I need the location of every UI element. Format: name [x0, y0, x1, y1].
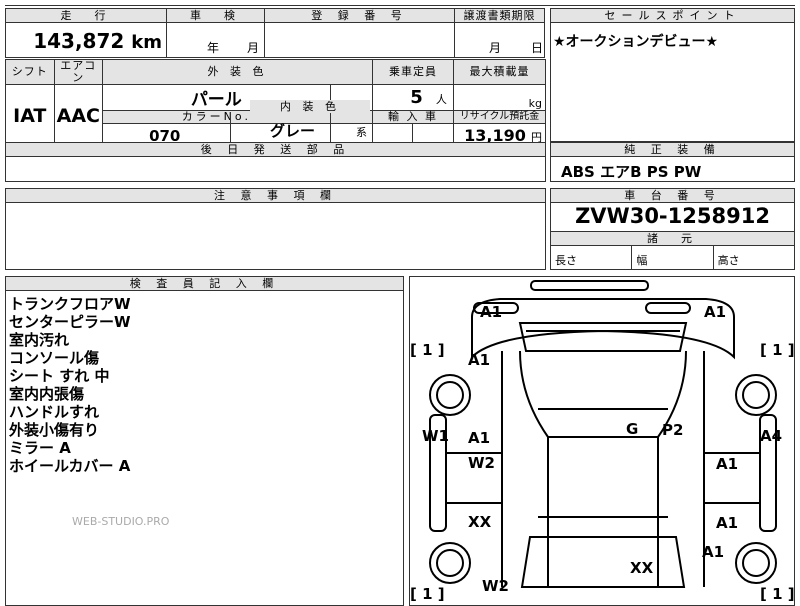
mark-bracket-4: [ 1 ]	[760, 585, 795, 603]
transfer-month: 月	[489, 41, 502, 55]
watermark: WEB-STUDIO.PRO	[72, 515, 170, 528]
length-label: 長さ	[551, 246, 633, 270]
dims-row: 長さ 幅 高さ	[551, 245, 794, 270]
interior-label: 内 装 色	[250, 100, 370, 113]
interior-divider	[230, 114, 231, 142]
car-diagram-box: A1 A1 A1 A1 A1 A1 A1 W1 A4 G P2 W2 XX XX…	[409, 276, 795, 606]
chassis-value: ZVW30-1258912	[575, 204, 770, 228]
dims-label: 諸 元	[551, 231, 794, 246]
sales-point-text: ★オークションデビュー★	[553, 34, 719, 50]
mark-a1-fender-left: A1	[468, 351, 490, 369]
sales-point-box: セールスポイント ★オークションデビュー★	[550, 8, 795, 142]
recycle-label: リサイクル預託金	[452, 110, 547, 124]
registration-box: 登 録 番 号	[264, 8, 455, 58]
load-unit: kg	[452, 84, 547, 111]
mark-p2: P2	[662, 421, 683, 439]
later-parts-label: 後 日 発 送 部 品	[6, 143, 545, 157]
mileage-unit: km	[131, 32, 162, 53]
mark-w1-left: W1	[422, 427, 449, 445]
mark-a1-front-right: A1	[704, 303, 726, 321]
load-label: 最大積載量	[452, 59, 547, 85]
ac-label: エアコン	[53, 59, 104, 85]
equipment-label: 純 正 装 備	[551, 143, 794, 157]
equipment-value: ABS エアB PS PW	[561, 163, 702, 181]
inspector-box: 検 査 員 記 入 欄 トランクフロアW センターピラーW 室内汚れ コンソール…	[5, 276, 404, 606]
exterior-label: 外 装 色	[102, 59, 374, 85]
mark-xx-rear: XX	[630, 559, 654, 577]
shaken-year: 年	[207, 41, 220, 55]
capacity-value: 5	[410, 87, 423, 108]
equipment-box: 純 正 装 備 ABS エアB PS PW	[550, 142, 795, 182]
shaken-label: 車 検	[167, 9, 264, 23]
shift-value: IAT	[5, 84, 55, 148]
note-line: ハンドルすれ	[9, 403, 100, 421]
import-label: 輸 入 車	[372, 110, 454, 124]
note-line: 外装小傷有り	[9, 421, 100, 439]
caution-box: 注 意 事 項 欄	[5, 188, 546, 270]
transfer-label: 譲渡書類期限	[455, 9, 544, 23]
mileage-box: 走 行 143,872 km	[5, 8, 167, 58]
mark-w2-door: W2	[468, 454, 495, 472]
note-line: 室内内張傷	[9, 385, 85, 403]
note-line: ホイールカバー A	[9, 457, 131, 475]
width-label: 幅	[632, 246, 714, 270]
mark-bracket-2: [ 1 ]	[760, 341, 795, 359]
mark-a1-front-left: A1	[480, 303, 502, 321]
chassis-box: 車 台 番 号 ZVW30-1258912 諸 元 長さ 幅 高さ	[550, 188, 795, 270]
mark-w2-rear: W2	[482, 577, 509, 595]
shaken-box: 車 検 年 月	[166, 8, 265, 58]
mark-a1-quarter-right: A1	[702, 543, 724, 561]
mark-a1-door-right: A1	[716, 455, 738, 473]
mark-bracket-3: [ 1 ]	[410, 585, 445, 603]
inspector-notes: トランクフロアW センターピラーW 室内汚れ コンソール傷 シート すれ 中 室…	[9, 295, 131, 475]
mileage-value: 143,872	[33, 29, 125, 53]
note-line: コンソール傷	[9, 349, 100, 367]
caution-label: 注 意 事 項 欄	[6, 189, 545, 203]
shift-label: シフト	[5, 59, 55, 85]
sales-point-label: セールスポイント	[551, 9, 794, 23]
note-line: センターピラーW	[9, 313, 131, 331]
mark-xx-left: XX	[468, 513, 492, 531]
note-line: トランクフロアW	[9, 295, 131, 313]
mark-g: G	[626, 420, 638, 438]
capacity-cell: 5 人	[372, 84, 454, 111]
capacity-unit: 人	[435, 93, 447, 106]
inspector-label: 検 査 員 記 入 欄	[6, 277, 403, 291]
car-diagram: A1 A1 A1 A1 A1 A1 A1 W1 A4 G P2 W2 XX XX…	[410, 280, 795, 603]
mark-a1-door-left: A1	[468, 429, 490, 447]
capacity-label: 乗車定員	[372, 59, 454, 85]
height-label: 高さ	[717, 254, 740, 267]
ac-value: AAC	[53, 84, 104, 148]
transfer-day: 日	[531, 41, 544, 55]
mark-a4-right: A4	[760, 427, 782, 445]
interior-suffix: 系	[356, 126, 367, 139]
mark-a1-rear-right: A1	[716, 514, 738, 532]
later-parts-box: 後 日 発 送 部 品	[5, 142, 546, 182]
note-line: ミラー A	[9, 439, 71, 457]
registration-label: 登 録 番 号	[265, 9, 454, 23]
chassis-label: 車 台 番 号	[551, 189, 794, 203]
mark-bracket-1: [ 1 ]	[410, 341, 445, 359]
interior-value: グレー	[270, 122, 316, 140]
note-line: 室内汚れ	[9, 331, 70, 349]
transfer-box: 譲渡書類期限 月 日	[454, 8, 545, 58]
mileage-label: 走 行	[6, 9, 166, 23]
shaken-month: 月	[247, 41, 260, 55]
top-strip-edge	[5, 0, 795, 6]
note-line: シート すれ 中	[9, 367, 110, 385]
